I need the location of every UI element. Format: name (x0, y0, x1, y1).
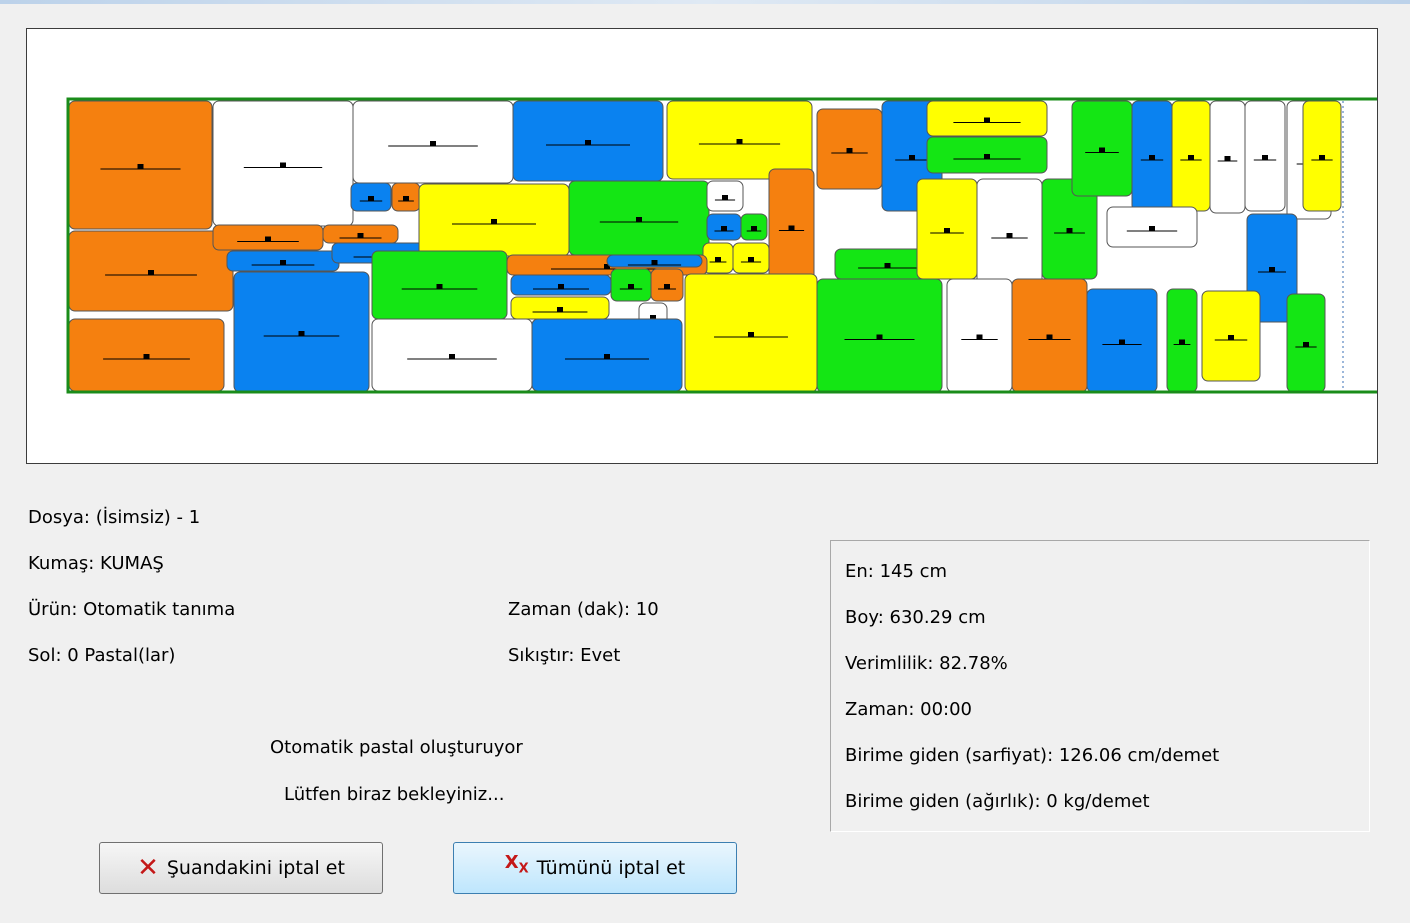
piece-marker (403, 196, 409, 201)
piece-marker (436, 284, 443, 289)
piece-marker (651, 260, 658, 265)
piece-marker (1149, 155, 1155, 160)
piece-marker (137, 164, 144, 169)
piece-marker (788, 225, 795, 231)
piece-marker (357, 233, 364, 238)
piece-marker (984, 117, 990, 123)
piece-marker (722, 195, 728, 200)
stat-consumption: Birime giden (sarfiyat): 126.06 cm/demet (845, 745, 1220, 766)
piece-marker (909, 155, 915, 160)
piece-marker (143, 354, 150, 359)
piece-marker (298, 331, 305, 336)
marker-layout-canvas (66, 97, 1377, 394)
red-x-icon: ✕ (137, 853, 159, 883)
time-limit-label: Zaman (dak): 10 (508, 599, 659, 620)
piece-marker (636, 217, 642, 222)
piece-marker (265, 236, 271, 242)
piece-marker (984, 154, 990, 159)
piece-marker (148, 270, 154, 275)
piece-marker (280, 260, 286, 265)
remaining-markers-label: Sol: 0 Pastal(lar) (28, 645, 176, 666)
piece-marker (751, 226, 757, 231)
piece-marker (748, 257, 754, 262)
stat-time: Zaman: 00:00 (845, 699, 972, 720)
piece-marker (976, 334, 983, 340)
piece-marker (721, 226, 727, 231)
status-line-wait: Lütfen biraz bekleyiniz... (284, 784, 505, 805)
piece-marker (1269, 267, 1275, 272)
red-double-x-icon: XX (504, 851, 529, 877)
piece-marker (628, 284, 634, 289)
piece-marker (557, 307, 563, 312)
compress-label: Sıkıştır: Evet (508, 645, 621, 666)
file-label: Dosya: (İsimsiz) - 1 (28, 507, 201, 528)
piece-marker (846, 148, 853, 153)
piece-marker (876, 334, 883, 340)
piece-marker (280, 162, 286, 168)
cancel-all-button[interactable]: XX Tümünü iptal et (453, 842, 737, 894)
piece-marker (585, 140, 591, 145)
piece-marker (1149, 226, 1155, 231)
piece-marker (1179, 339, 1185, 345)
cancel-current-button[interactable]: ✕ Şuandakini iptal et (99, 842, 383, 894)
piece-marker (558, 284, 564, 289)
fabric-label: Kumaş: KUMAŞ (28, 553, 164, 574)
piece-marker (430, 141, 436, 146)
status-line-creating: Otomatik pastal oluşturuyor (270, 737, 523, 758)
piece-marker (1319, 155, 1325, 160)
piece-marker (368, 196, 374, 201)
piece-marker (491, 219, 497, 224)
piece-marker (1224, 156, 1231, 161)
piece-marker (736, 139, 743, 144)
piece-marker (1066, 228, 1073, 233)
stat-width: En: 145 cm (845, 561, 948, 582)
piece-marker (1006, 233, 1013, 238)
piece-marker (1262, 155, 1268, 160)
window-top-edge (0, 0, 1410, 4)
product-label: Ürün: Otomatik tanıma (28, 599, 236, 620)
piece-marker (884, 263, 891, 268)
cancel-all-label: Tümünü iptal et (536, 857, 686, 879)
piece-marker (604, 354, 610, 359)
piece-marker (1188, 155, 1194, 160)
piece-marker (449, 354, 455, 359)
stat-length: Boy: 630.29 cm (845, 607, 986, 628)
piece-marker (1046, 334, 1053, 340)
piece-marker (944, 228, 950, 233)
marker-stats-panel: En: 145 cm Boy: 630.29 cm Verimlilik: 82… (830, 540, 1370, 832)
cancel-current-label: Şuandakini iptal et (166, 857, 345, 879)
piece-marker (664, 284, 670, 289)
stat-weight: Birime giden (ağırlık): 0 kg/demet (845, 791, 1150, 812)
piece-marker (1119, 339, 1125, 345)
marker-preview-panel (26, 28, 1378, 464)
piece-marker (1303, 342, 1309, 347)
piece-marker (1228, 335, 1234, 340)
piece-marker (748, 332, 754, 337)
piece-marker (1099, 147, 1105, 153)
stat-efficiency: Verimlilik: 82.78% (845, 653, 1008, 674)
piece-marker (715, 257, 721, 262)
